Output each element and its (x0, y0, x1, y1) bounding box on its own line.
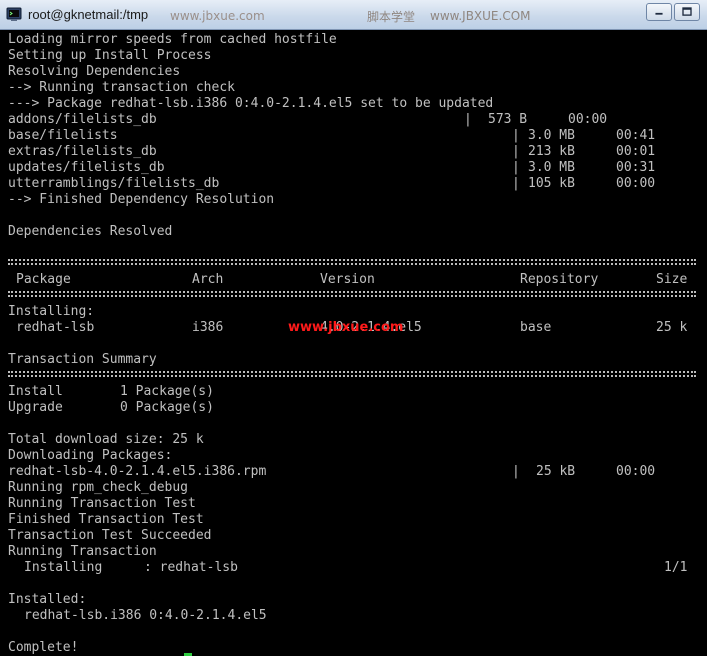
minimize-icon (655, 12, 663, 15)
terminal-window: root@gknetmail:/tmp www.jbxue.com 脚本学堂 w… (0, 0, 707, 656)
filelist-separator: | (512, 176, 520, 191)
output-line: Complete! (8, 640, 79, 655)
column-header-size: Size (656, 272, 688, 287)
terminal-app-icon (6, 7, 22, 21)
installing-step-label: Installing (24, 560, 103, 575)
window-title: root@gknetmail:/tmp (28, 7, 149, 22)
output-line: Running rpm_check_debug (8, 480, 189, 495)
output-line: Running Transaction Test (8, 496, 196, 511)
download-time: 00:00 (616, 464, 656, 479)
filelist-time: 00:31 (616, 160, 656, 175)
filelist-size: 213 kB (528, 144, 575, 159)
install-package-size: 25 k (656, 320, 688, 335)
filelist-name: extras/filelists_db (8, 144, 157, 159)
summary-install-label: Install (8, 384, 63, 399)
install-package-repository: base (520, 320, 552, 335)
output-line: Setting up Install Process (8, 48, 212, 63)
download-file: redhat-lsb-4.0-2.1.4.el5.i386.rpm (8, 464, 267, 479)
summary-install-value: 1 Package(s) (120, 384, 214, 399)
watermark-red-url: www.jbxue.com (288, 320, 404, 335)
filelist-time: 00:00 (616, 176, 656, 191)
filelist-separator: | (512, 144, 520, 159)
maximize-button[interactable] (674, 3, 700, 21)
column-header-repository: Repository (520, 272, 599, 287)
summary-upgrade-label: Upgrade (8, 400, 63, 415)
column-header-package: Package (16, 272, 71, 287)
separator-rule (8, 371, 696, 377)
output-line: Downloading Packages: (8, 448, 173, 463)
filelist-size: 105 kB (528, 176, 575, 191)
watermark-site-name: 脚本学堂 (367, 10, 416, 24)
install-package-arch: i386 (192, 320, 224, 335)
separator-rule (8, 291, 696, 297)
output-line: ---> Package redhat-lsb.i386 0:4.0-2.1.4… (8, 96, 494, 111)
installing-step-package: : redhat-lsb (144, 560, 238, 575)
output-line: Installing: (8, 304, 95, 319)
output-line: Running Transaction (8, 544, 157, 559)
filelist-separator: | (512, 128, 520, 143)
separator-rule (8, 259, 696, 265)
watermark-url-upper: www.JBXUE.COM (430, 9, 531, 23)
installed-package: redhat-lsb.i386 0:4.0-2.1.4.el5 (24, 608, 267, 623)
download-separator: | (512, 464, 520, 479)
output-line: Loading mirror speeds from cached hostfi… (8, 32, 337, 47)
column-header-arch: Arch (192, 272, 224, 287)
output-line: Transaction Test Succeeded (8, 528, 212, 543)
output-line: --> Running transaction check (8, 80, 235, 95)
filelist-name: utterramblings/filelists_db (8, 176, 220, 191)
output-line: Finished Transaction Test (8, 512, 204, 527)
filelist-time: 00:00 (568, 112, 608, 127)
filelist-time: 00:41 (616, 128, 656, 143)
title-bar[interactable]: root@gknetmail:/tmp www.jbxue.com 脚本学堂 w… (0, 0, 707, 30)
output-line: Resolving Dependencies (8, 64, 181, 79)
filelist-name: updates/filelists_db (8, 160, 165, 175)
minimize-button[interactable] (646, 3, 672, 21)
output-line: --> Finished Dependency Resolution (8, 192, 275, 207)
filelist-separator: | (512, 160, 520, 175)
output-line: Installed: (8, 592, 87, 607)
filelist-size: 3.0 MB (528, 160, 575, 175)
filelist-name: base/filelists (8, 128, 118, 143)
output-line: Dependencies Resolved (8, 224, 173, 239)
filelist-separator: | (464, 112, 472, 127)
output-line: Transaction Summary (8, 352, 157, 367)
column-header-version: Version (320, 272, 375, 287)
filelist-size: 573 B (488, 112, 528, 127)
terminal-output[interactable]: Loading mirror speeds from cached hostfi… (0, 30, 707, 656)
filelist-time: 00:01 (616, 144, 656, 159)
filelist-name: addons/filelists_db (8, 112, 157, 127)
maximize-icon (682, 7, 692, 16)
installing-step-count: 1/1 (664, 560, 688, 575)
filelist-size: 3.0 MB (528, 128, 575, 143)
install-package-name: redhat-lsb (16, 320, 95, 335)
output-line: Total download size: 25 k (8, 432, 204, 447)
download-size: 25 kB (536, 464, 576, 479)
summary-upgrade-value: 0 Package(s) (120, 400, 214, 415)
watermark-url: www.jbxue.com (170, 9, 265, 23)
